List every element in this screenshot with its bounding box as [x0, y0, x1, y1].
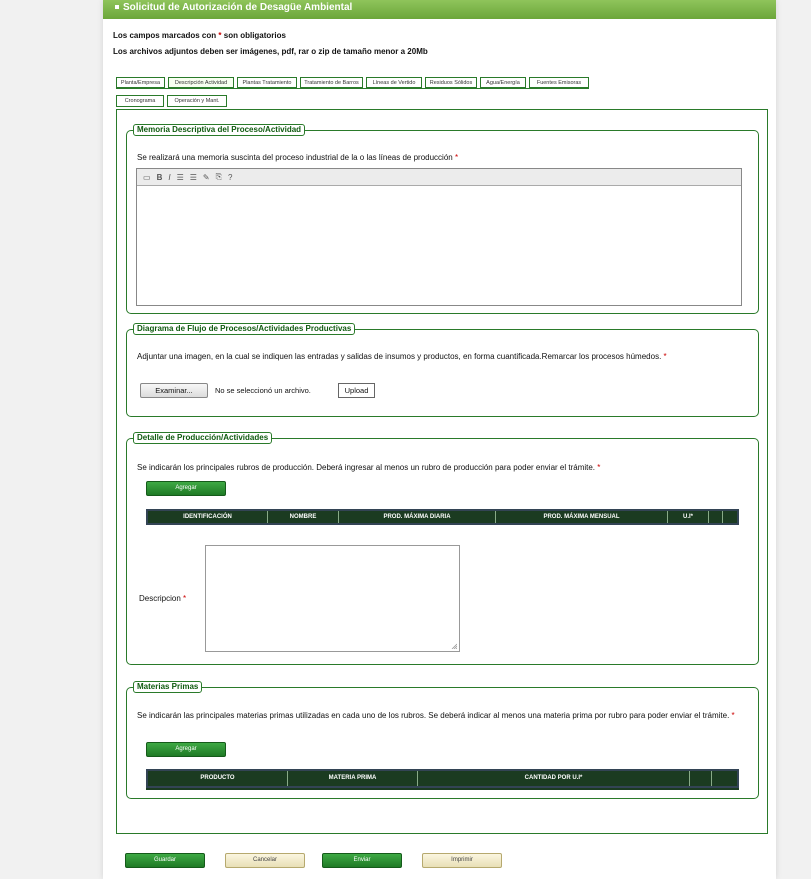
- tab-cronograma[interactable]: Cronograma: [116, 95, 164, 107]
- tab-descripcion-actividad[interactable]: Descripción Actividad: [168, 77, 234, 88]
- required-asterisk: *: [218, 31, 222, 40]
- tab-panel: Memoria Descriptiva del Proceso/Activida…: [116, 109, 768, 834]
- required-asterisk: *: [731, 711, 735, 720]
- tab-tratamiento-barros[interactable]: Tratamiento de Barros: [300, 77, 363, 88]
- save-button[interactable]: Guardar: [125, 853, 205, 868]
- diagrama-legend: Diagrama de Flujo de Procesos/Actividade…: [133, 323, 356, 335]
- tab-operacion-mant[interactable]: Operación y Mant.: [167, 95, 227, 107]
- memoria-legend: Memoria Descriptiva del Proceso/Activida…: [133, 124, 306, 136]
- browse-button[interactable]: Examinar...: [140, 383, 208, 398]
- memoria-editor[interactable]: ▭ B I ☰ ☰ ✎ ⎘ ?: [136, 168, 742, 306]
- materias-table-header: PRODUCTO MATERIA PRIMA CANTIDAD POR U.I*: [146, 769, 739, 788]
- attachments-note: Los archivos adjuntos deben ser imágenes…: [113, 47, 428, 56]
- column-header[interactable]: MATERIA PRIMA: [288, 771, 418, 786]
- column-header: [709, 511, 723, 523]
- tab-residuos-solidos[interactable]: Residuos Sólidos: [425, 77, 477, 88]
- required-asterisk: *: [597, 463, 601, 472]
- tab-agua-energia[interactable]: Agua/Energía: [480, 77, 526, 88]
- italic-icon[interactable]: I: [168, 173, 170, 182]
- memoria-instruction: Se realizará una memoria suscinta del pr…: [137, 153, 459, 162]
- send-button[interactable]: Enviar: [322, 853, 402, 868]
- tab-row-divider: [116, 88, 589, 89]
- paste-word-icon[interactable]: ⎘: [216, 172, 222, 182]
- descripcion-label: Descripcion *: [139, 594, 187, 603]
- diagrama-instruction: Adjuntar una imagen, en la cual se indiq…: [137, 352, 667, 361]
- memoria-section: Memoria Descriptiva del Proceso/Activida…: [126, 124, 759, 314]
- materias-instruction: Se indicarán las principales materias pr…: [137, 711, 735, 720]
- editor-toolbar: ▭ B I ☰ ☰ ✎ ⎘ ?: [137, 169, 741, 186]
- resize-grip-icon[interactable]: [451, 643, 457, 649]
- required-asterisk: *: [454, 153, 459, 162]
- column-header[interactable]: U.I*: [668, 511, 709, 523]
- descripcion-textarea[interactable]: [205, 545, 460, 652]
- column-header[interactable]: PROD. MÁXIMA MENSUAL: [496, 511, 668, 523]
- required-asterisk: *: [663, 352, 667, 361]
- diagrama-section: Diagrama de Flujo de Procesos/Actividade…: [126, 323, 759, 417]
- print-button[interactable]: Imprimir: [422, 853, 502, 868]
- add-materia-button[interactable]: Agregar: [146, 742, 226, 757]
- required-asterisk: *: [183, 594, 187, 603]
- bold-icon[interactable]: B: [157, 173, 163, 182]
- form-page: Solicitud de Autorización de Desagüe Amb…: [103, 0, 776, 879]
- tab-plantas-tratamiento[interactable]: Plantas Tratamiento: [237, 77, 297, 88]
- tab-planta-empresa[interactable]: Planta/Empresa: [116, 77, 165, 88]
- required-fields-note: Los campos marcados con * son obligatori…: [113, 31, 286, 40]
- bullet-icon: [115, 5, 119, 10]
- add-produccion-button[interactable]: Agregar: [146, 481, 226, 496]
- column-header[interactable]: PROD. MÁXIMA DIARIA: [339, 511, 496, 523]
- cancel-button[interactable]: Cancelar: [225, 853, 305, 868]
- column-header[interactable]: IDENTIFICACIÓN: [148, 511, 268, 523]
- form-title-bar: Solicitud de Autorización de Desagüe Amb…: [103, 0, 776, 19]
- materias-table-bottom: [146, 788, 739, 790]
- column-header: [690, 771, 712, 786]
- column-header: [723, 511, 737, 523]
- paste-text-icon[interactable]: ✎: [203, 173, 210, 182]
- materias-legend: Materias Primas: [133, 681, 203, 693]
- column-header[interactable]: NOMBRE: [268, 511, 339, 523]
- unordered-list-icon[interactable]: ☰: [190, 173, 197, 182]
- tab-fuentes-emisoras[interactable]: Fuentes Emisoras: [529, 77, 589, 88]
- produccion-table-header: IDENTIFICACIÓN NOMBRE PROD. MÁXIMA DIARI…: [146, 509, 739, 525]
- help-icon[interactable]: ?: [228, 173, 232, 182]
- column-header: [712, 771, 733, 786]
- file-status: No se seleccionó un archivo.: [215, 386, 311, 395]
- produccion-section: Detalle de Producción/Actividades Se ind…: [126, 432, 759, 665]
- produccion-instruction: Se indicarán los principales rubros de p…: [137, 463, 601, 472]
- form-title: Solicitud de Autorización de Desagüe Amb…: [123, 2, 353, 13]
- produccion-legend: Detalle de Producción/Actividades: [133, 432, 273, 444]
- upload-button[interactable]: Upload: [338, 383, 375, 398]
- tab-lineas-vertido[interactable]: Líneas de Vertido: [366, 77, 422, 88]
- column-header[interactable]: CANTIDAD POR U.I*: [418, 771, 690, 786]
- save-icon[interactable]: ▭: [143, 173, 151, 182]
- ordered-list-icon[interactable]: ☰: [177, 173, 184, 182]
- materias-section: Materias Primas Se indicarán las princip…: [126, 681, 759, 799]
- column-header[interactable]: PRODUCTO: [148, 771, 288, 786]
